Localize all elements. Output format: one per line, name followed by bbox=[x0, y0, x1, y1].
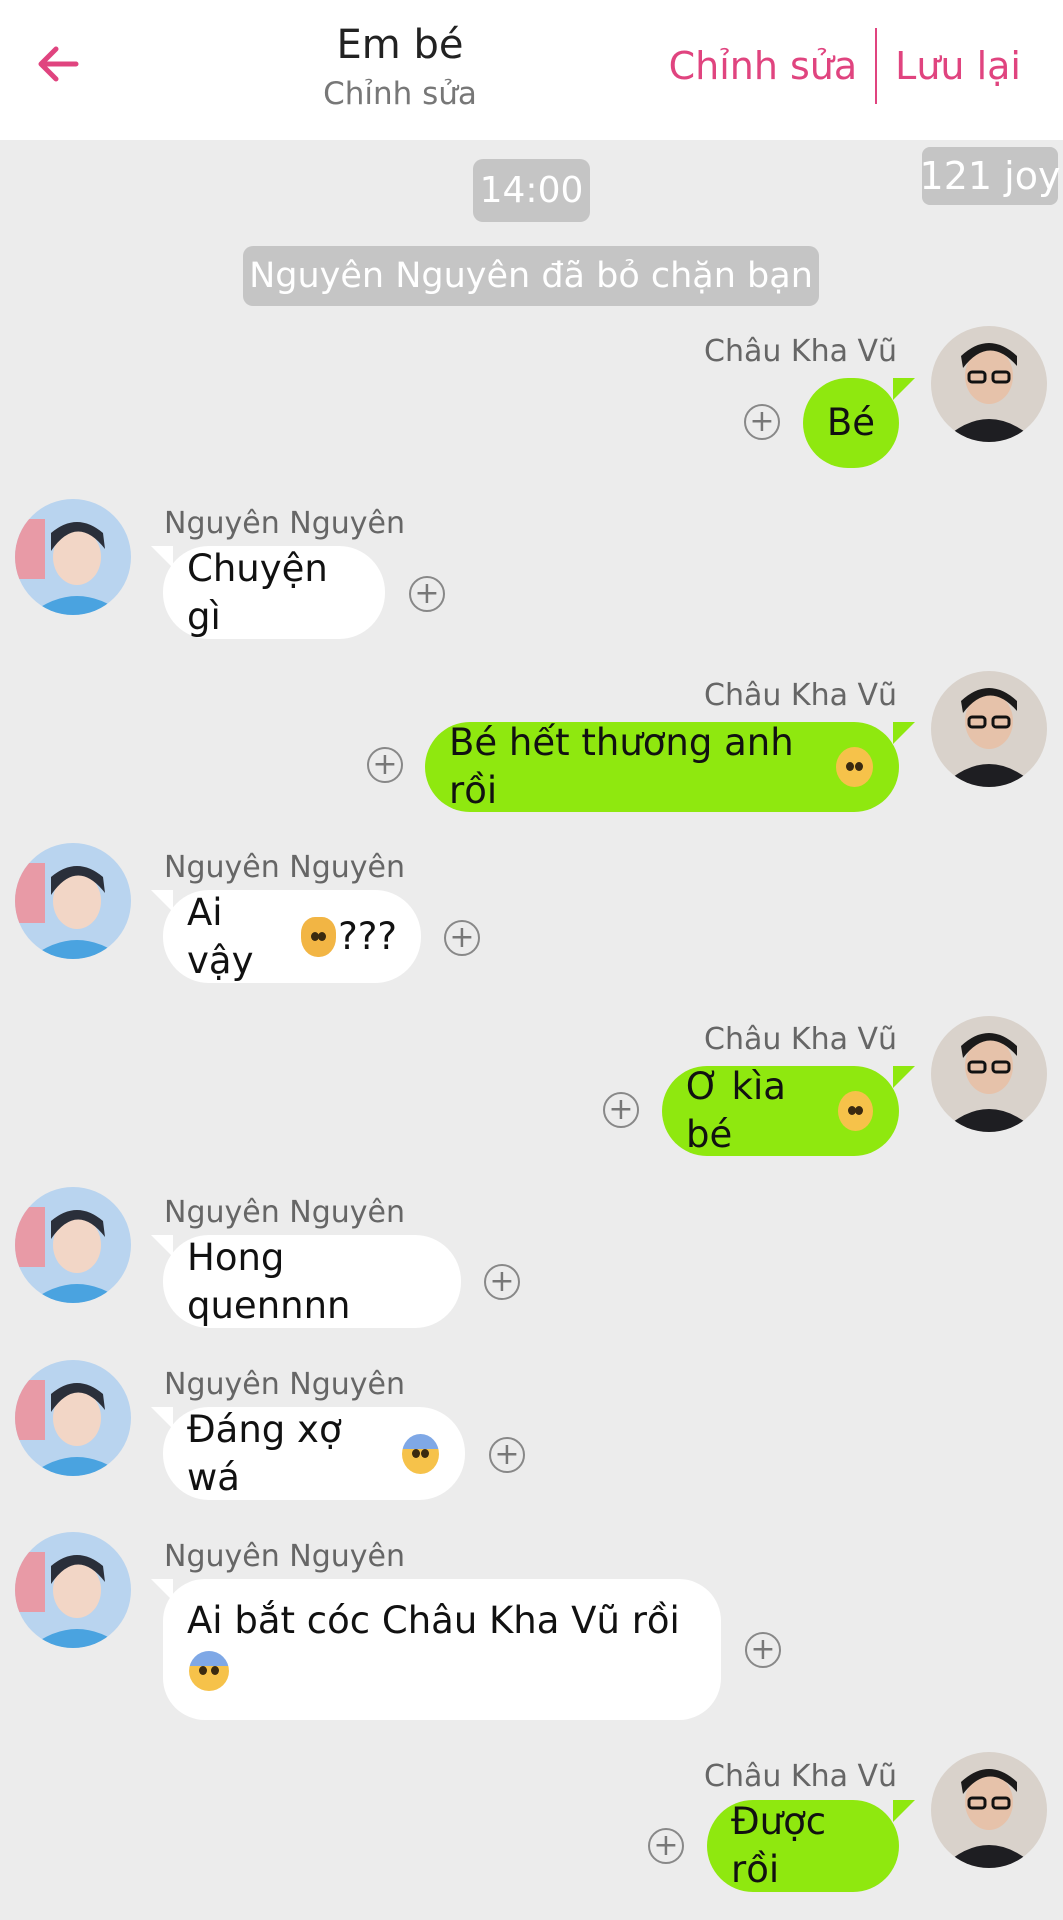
avatar-chau-kha-vu[interactable] bbox=[931, 326, 1047, 442]
message-bubble[interactable]: Bé bbox=[803, 378, 899, 468]
sender-name: Châu Kha Vũ bbox=[704, 1022, 898, 1057]
edit-button[interactable]: Chỉnh sửa bbox=[651, 44, 876, 88]
bubble-tail bbox=[151, 890, 173, 912]
message-text: Ai vậy bbox=[187, 890, 254, 982]
system-notice: Nguyên Nguyên đã bỏ chặn bạn bbox=[243, 246, 819, 306]
pleading-face-icon bbox=[837, 1091, 873, 1131]
bubble-tail bbox=[893, 1066, 915, 1088]
add-reaction-button[interactable]: + bbox=[744, 404, 780, 440]
bubble-tail bbox=[151, 1407, 173, 1429]
message-text: Đáng xợ wá bbox=[187, 1407, 342, 1499]
sender-name: Nguyên Nguyên bbox=[164, 1367, 405, 1402]
add-reaction-button[interactable]: + bbox=[444, 920, 480, 956]
sender-name: Nguyên Nguyên bbox=[164, 850, 405, 885]
sender-name: Châu Kha Vũ bbox=[704, 678, 898, 713]
pleading-face-icon bbox=[836, 747, 873, 787]
header-actions: Chỉnh sửa Lưu lại bbox=[651, 28, 1039, 104]
add-reaction-button[interactable]: + bbox=[484, 1264, 520, 1300]
message-text: Ơ kìa bé bbox=[686, 1065, 786, 1156]
avatar-nguyen-nguyen[interactable] bbox=[15, 843, 131, 959]
add-reaction-button[interactable]: + bbox=[367, 747, 403, 783]
top-bar: Em bé Chỉnh sửa Chỉnh sửa Lưu lại bbox=[0, 0, 1063, 140]
avatar-nguyen-nguyen[interactable] bbox=[15, 1187, 131, 1303]
add-reaction-button[interactable]: + bbox=[603, 1092, 639, 1128]
avatar-nguyen-nguyen[interactable] bbox=[15, 499, 131, 615]
sender-name: Nguyên Nguyên bbox=[164, 1195, 405, 1230]
message-bubble[interactable]: Ai bắt cóc Châu Kha Vũ rồi bbox=[163, 1579, 721, 1720]
avatar-chau-kha-vu[interactable] bbox=[931, 1752, 1047, 1868]
add-reaction-button[interactable]: + bbox=[489, 1437, 525, 1473]
message-text: Bé hết thương anh rồi bbox=[449, 721, 794, 812]
message-bubble[interactable]: Bé hết thương anh rồi bbox=[425, 721, 899, 812]
message-bubble[interactable]: Đáng xợ wá bbox=[163, 1407, 465, 1500]
message-bubble[interactable]: Được rồi bbox=[707, 1800, 899, 1892]
corner-badge: 121 joy bbox=[920, 147, 1060, 205]
sender-name: Châu Kha Vũ bbox=[704, 334, 898, 369]
bubble-tail bbox=[151, 546, 173, 568]
message-text-suffix: ??? bbox=[338, 914, 397, 958]
avatar-chau-kha-vu[interactable] bbox=[931, 1016, 1047, 1132]
avatar-nguyen-nguyen[interactable] bbox=[15, 1532, 131, 1648]
avatar-nguyen-nguyen[interactable] bbox=[15, 1360, 131, 1476]
message-bubble[interactable]: Chuyện gì bbox=[163, 546, 385, 639]
bubble-tail bbox=[893, 722, 915, 744]
anxious-face-with-sweat-icon bbox=[189, 1651, 229, 1691]
anxious-face-with-sweat-icon bbox=[402, 1433, 439, 1474]
save-button[interactable]: Lưu lại bbox=[877, 44, 1039, 88]
message-text: Ai bắt cóc Châu Kha Vũ rồi bbox=[187, 1599, 680, 1642]
add-reaction-button[interactable]: + bbox=[409, 576, 445, 612]
sender-name: Nguyên Nguyên bbox=[164, 506, 405, 541]
sender-name: Châu Kha Vũ bbox=[704, 1759, 898, 1794]
timestamp-pill: 14:00 bbox=[473, 159, 590, 222]
bubble-tail bbox=[893, 378, 915, 400]
add-reaction-button[interactable]: + bbox=[648, 1828, 684, 1864]
bubble-tail bbox=[893, 1800, 915, 1822]
message-bubble[interactable]: Ai vậy ??? bbox=[163, 890, 421, 983]
weary-cat-icon bbox=[300, 916, 337, 957]
add-reaction-button[interactable]: + bbox=[745, 1632, 781, 1668]
message-bubble[interactable]: Ơ kìa bé bbox=[662, 1065, 899, 1156]
avatar-chau-kha-vu[interactable] bbox=[931, 671, 1047, 787]
bubble-tail bbox=[151, 1579, 173, 1601]
sender-name: Nguyên Nguyên bbox=[164, 1539, 405, 1574]
message-bubble[interactable]: Hong quennnn bbox=[163, 1235, 461, 1328]
bubble-tail bbox=[151, 1235, 173, 1257]
